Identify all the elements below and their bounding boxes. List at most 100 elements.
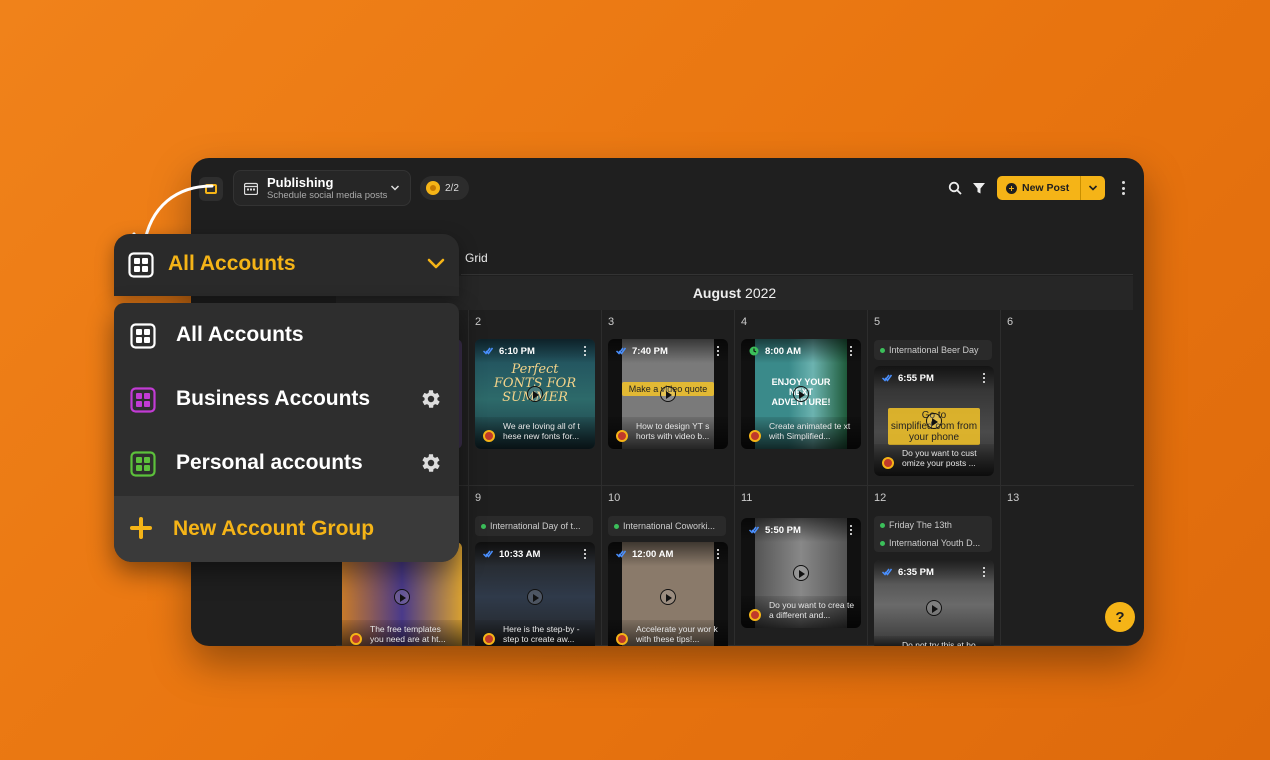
post-card[interactable]: 12:00 AM Accelerate your wor k with thes…	[608, 542, 728, 646]
credits-badge[interactable]: 2/2	[420, 176, 469, 200]
post-card[interactable]: 10:33 AM Here is the step-by -step to cr…	[475, 542, 595, 646]
account-avatar	[350, 633, 362, 645]
calendar-day[interactable]: 4 8:00 AM ENJOY YOUR NEXT ADVENTURE! Cre…	[735, 310, 868, 486]
new-account-group-label: New Account Group	[173, 517, 375, 540]
month-name: August	[692, 285, 742, 301]
double-check-icon	[483, 347, 493, 355]
day-number: 6	[1007, 316, 1014, 328]
selected-account-group: All Accounts	[168, 252, 296, 275]
post-menu-icon[interactable]	[850, 525, 853, 535]
module-subtitle: Schedule social media posts	[267, 190, 388, 201]
post-card[interactable]: 6:55 PM Go to simplified.com from your p…	[874, 366, 994, 476]
double-check-icon	[483, 550, 493, 558]
holiday-event[interactable]: International Coworki...	[608, 516, 726, 536]
search-icon[interactable]	[948, 181, 962, 195]
clock-icon	[749, 346, 759, 356]
filter-icon[interactable]	[972, 181, 986, 195]
account-avatar	[882, 457, 894, 469]
plus-circle-icon	[1006, 182, 1017, 194]
new-post-button-group: New Post	[997, 176, 1105, 200]
grid-icon	[130, 323, 156, 349]
account-avatar	[483, 430, 495, 442]
calendar-icon	[244, 182, 258, 195]
menu-item-all-accounts[interactable]: All Accounts	[114, 305, 459, 365]
play-icon	[527, 386, 543, 402]
play-icon	[527, 589, 543, 605]
calendar-day[interactable]: 12 Friday The 13th International Youth D…	[868, 486, 1001, 646]
holiday-event[interactable]: International Youth D...	[874, 534, 992, 552]
plus-icon	[130, 517, 152, 539]
calendar-day[interactable]: 11 5:50 PM Do you want to crea te a diff…	[735, 486, 868, 646]
double-check-icon	[882, 568, 892, 576]
play-icon	[926, 600, 942, 616]
post-menu-icon[interactable]	[584, 549, 587, 559]
new-post-dropdown-button[interactable]	[1081, 183, 1105, 193]
post-time: 5:50 PM	[765, 524, 801, 536]
calendar-day[interactable]: 3 7:40 PM Make a video quote How to desi…	[602, 310, 735, 486]
day-number: 4	[741, 316, 748, 328]
menu-item-business-accounts[interactable]: Business Accounts	[114, 369, 459, 429]
account-avatar	[483, 633, 495, 645]
play-icon	[394, 589, 410, 605]
coin-icon	[426, 181, 440, 195]
module-switcher[interactable]: Publishing Schedule social media posts	[233, 170, 411, 206]
more-options-icon[interactable]	[1119, 181, 1127, 195]
tab-divider	[461, 274, 1133, 275]
chevron-down-icon	[427, 258, 445, 269]
menu-item-label: All Accounts	[176, 323, 304, 346]
post-menu-icon[interactable]	[983, 373, 986, 383]
post-card[interactable]: 6:10 PM Perfect FONTS FOR SUMMER We are …	[475, 339, 595, 449]
play-icon	[793, 386, 809, 402]
double-check-icon	[616, 550, 626, 558]
calendar-day[interactable]: 5 International Beer Day 6:55 PM Go to s…	[868, 310, 1001, 486]
calendar-day[interactable]: 2 6:10 PM Perfect FONTS FOR SUMMER We ar…	[469, 310, 602, 486]
post-time: 12:00 AM	[632, 548, 674, 560]
double-check-icon	[749, 526, 759, 534]
tab-grid[interactable]: Grid	[465, 251, 488, 265]
account-group-menu: All Accounts Business Accounts Personal …	[114, 303, 459, 562]
new-account-group-button[interactable]: New Account Group	[114, 496, 459, 562]
chevron-down-icon	[1088, 185, 1098, 191]
post-menu-icon[interactable]	[983, 567, 986, 577]
play-icon	[793, 565, 809, 581]
help-button[interactable]: ?	[1105, 602, 1135, 632]
menu-item-label: Business Accounts	[176, 387, 371, 410]
post-time: 7:40 PM	[632, 345, 668, 357]
day-number: 2	[475, 316, 482, 328]
calendar-day[interactable]: 9 International Day of t... 10:33 AM Her…	[469, 486, 602, 646]
gear-icon[interactable]	[418, 387, 442, 411]
post-menu-icon[interactable]	[584, 346, 587, 356]
menu-item-personal-accounts[interactable]: Personal accounts	[114, 433, 459, 493]
calendar-day[interactable]: 6	[1001, 310, 1134, 486]
post-card[interactable]: 8:00 AM ENJOY YOUR NEXT ADVENTURE! Creat…	[741, 339, 861, 449]
chevron-down-icon	[390, 185, 400, 191]
month-year: 2022	[745, 285, 777, 301]
day-number: 10	[608, 492, 621, 504]
account-avatar	[749, 430, 761, 442]
post-card[interactable]: 5:50 PM Do you want to crea te a differe…	[741, 518, 861, 628]
post-time: 6:10 PM	[499, 345, 535, 357]
day-number: 13	[1007, 492, 1020, 504]
post-card[interactable]: 6:35 PM Do not try this at ho...	[874, 560, 994, 646]
post-menu-icon[interactable]	[717, 549, 720, 559]
holiday-event[interactable]: International Beer Day	[874, 340, 992, 360]
account-avatar	[749, 609, 761, 621]
holiday-event[interactable]: Friday The 13th	[874, 516, 992, 534]
post-card[interactable]: 7:40 PM Make a video quote How to design…	[608, 339, 728, 449]
post-menu-icon[interactable]	[717, 346, 720, 356]
double-check-icon	[882, 374, 892, 382]
grid-icon	[130, 451, 156, 477]
calendar-day[interactable]: 10 International Coworki... 12:00 AM Acc…	[602, 486, 735, 646]
play-icon	[660, 386, 676, 402]
day-number: 12	[874, 492, 887, 504]
account-group-selector[interactable]: All Accounts	[114, 234, 459, 296]
day-number: 3	[608, 316, 615, 328]
play-icon	[926, 413, 942, 429]
gear-icon[interactable]	[418, 451, 442, 475]
day-number: 5	[874, 316, 881, 328]
account-avatar	[616, 430, 628, 442]
post-menu-icon[interactable]	[850, 346, 853, 356]
post-time: 6:35 PM	[898, 566, 934, 578]
new-post-button[interactable]: New Post	[997, 176, 1081, 200]
holiday-event[interactable]: International Day of t...	[475, 516, 593, 536]
